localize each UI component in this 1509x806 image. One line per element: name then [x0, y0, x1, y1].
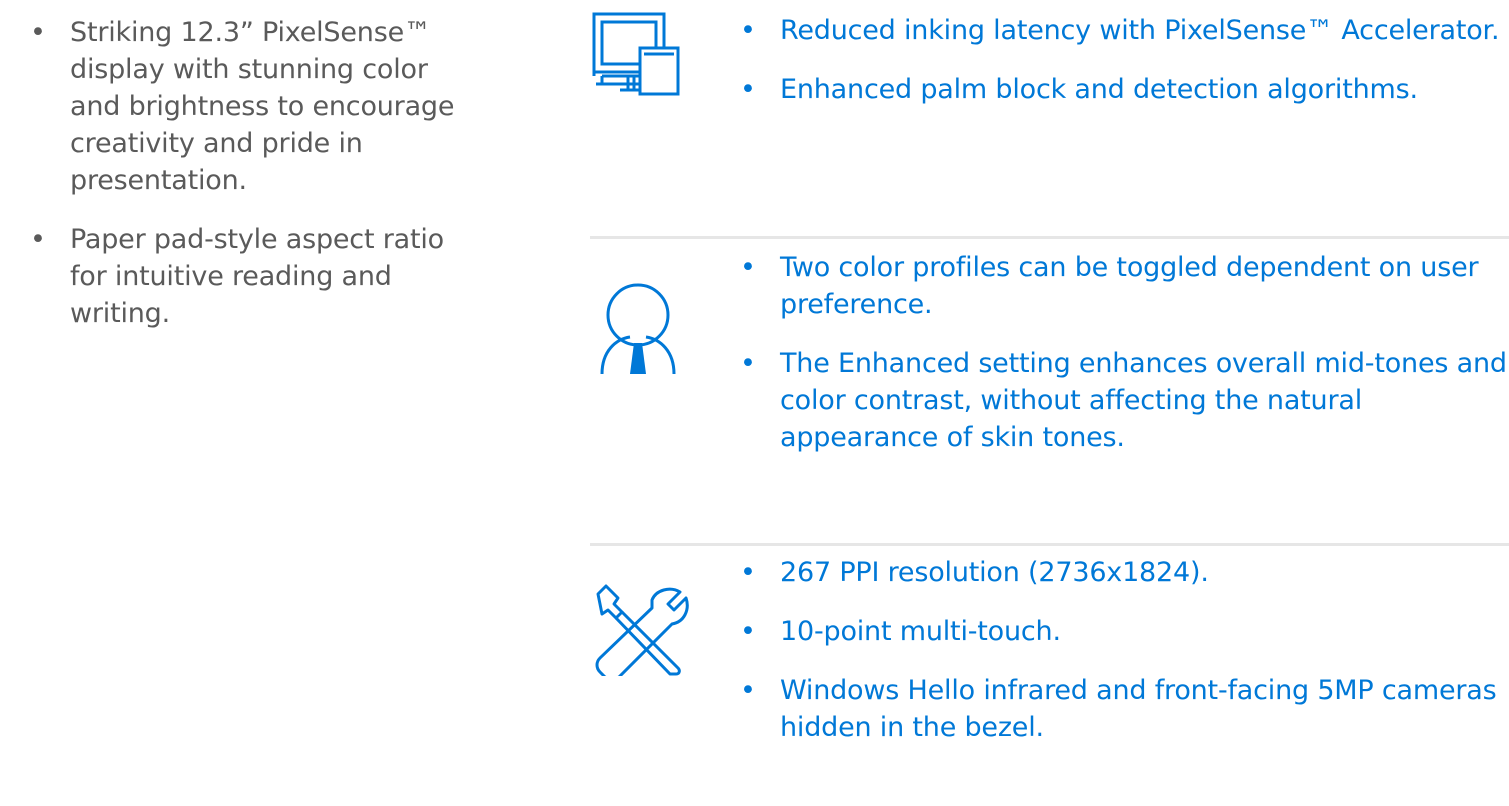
section-color-profiles: Two color profiles can be toggled depend… — [590, 239, 1509, 546]
bullet-inking-latency: Reduced inking latency with PixelSense™ … — [740, 12, 1509, 49]
section-inking: Reduced inking latency with PixelSense™ … — [590, 0, 1509, 239]
devices-icon — [590, 10, 682, 96]
section-specs-bullets: 267 PPI resolution (2736x1824). 10-point… — [740, 554, 1509, 746]
section-inking-bullets: Reduced inking latency with PixelSense™ … — [740, 12, 1509, 108]
bullet-multi-touch: 10-point multi-touch. — [740, 613, 1509, 650]
section-specs-text: 267 PPI resolution (2736x1824). 10-point… — [740, 546, 1509, 746]
section-color-profiles-text: Two color profiles can be toggled depend… — [740, 239, 1509, 456]
section-inking-text: Reduced inking latency with PixelSense™ … — [740, 12, 1509, 108]
left-column: Striking 12.3” PixelSense™ display with … — [30, 0, 470, 332]
bullet-color-profiles: Two color profiles can be toggled depend… — [740, 249, 1509, 323]
left-bullet-aspect-ratio: Paper pad-style aspect ratio for intuiti… — [30, 221, 470, 332]
bullet-windows-hello: Windows Hello infrared and front-facing … — [740, 672, 1509, 746]
left-bullet-list: Striking 12.3” PixelSense™ display with … — [30, 14, 470, 332]
right-column: Reduced inking latency with PixelSense™ … — [590, 0, 1509, 806]
bullet-ppi-resolution: 267 PPI resolution (2736x1824). — [740, 554, 1509, 591]
tools-icon — [590, 582, 690, 681]
left-bullet-display: Striking 12.3” PixelSense™ display with … — [30, 14, 470, 199]
bullet-palm-block: Enhanced palm block and detection algori… — [740, 71, 1509, 108]
section-color-profiles-bullets: Two color profiles can be toggled depend… — [740, 249, 1509, 456]
section-specs: 267 PPI resolution (2736x1824). 10-point… — [590, 546, 1509, 806]
bullet-enhanced-setting: The Enhanced setting enhances overall mi… — [740, 345, 1509, 456]
user-icon — [590, 281, 690, 375]
